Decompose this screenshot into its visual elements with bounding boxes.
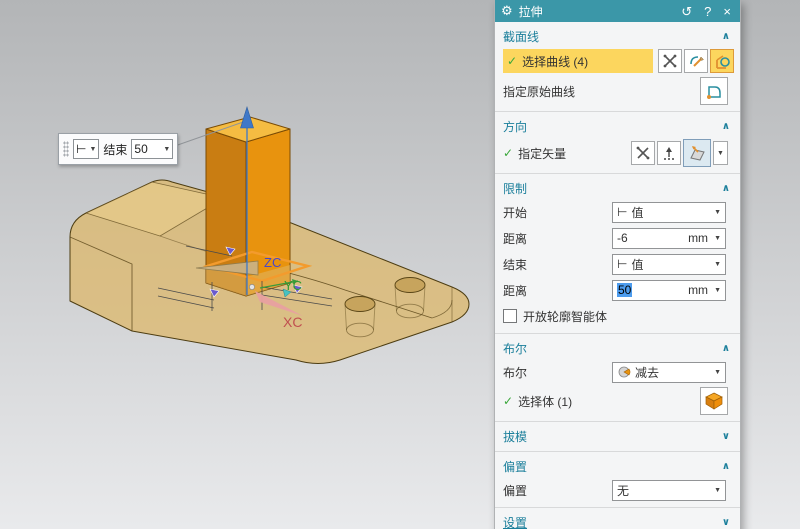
open-profile-label: 开放轮廓智能体 [523, 308, 607, 325]
close-icon[interactable]: × [720, 5, 734, 18]
offset-group: 偏置 ∧ 偏置 无 ▼ [495, 452, 740, 508]
collapse-up-icon[interactable]: ∧ [722, 343, 732, 354]
vector-deselect-button[interactable] [631, 141, 655, 165]
select-curve-field[interactable]: ✓ 选择曲线 (4) [503, 49, 653, 73]
start-type-dropdown[interactable]: ⊢ 值 ▼ [612, 202, 726, 223]
dialog-titlebar[interactable]: ⚙ 拉伸 ↺ ? × [495, 0, 740, 22]
select-body-label: 选择体 (1) [518, 393, 572, 410]
start-distance-input[interactable]: -6 mm ▼ [612, 228, 726, 249]
value-constraint-icon: ⊢ [617, 257, 627, 271]
unit-label: mm [688, 231, 710, 245]
collapse-up-icon[interactable]: ∧ [722, 121, 732, 132]
boolean-label: 布尔 [503, 364, 527, 381]
curve-rule-button[interactable] [684, 49, 708, 73]
dialog-gear-icon: ⚙ [501, 3, 513, 19]
offset-label: 偏置 [503, 482, 527, 499]
csys-origin-ball [249, 284, 254, 289]
end-distance-input[interactable]: 50 mm ▼ [612, 280, 726, 301]
corner-curve-icon [704, 81, 724, 101]
chevron-down-icon: ▼ [714, 209, 721, 216]
yc-axis-label: YC [284, 278, 302, 293]
draft-group: 拔模 ∨ [495, 422, 740, 452]
chevron-down-icon: ▼ [714, 287, 721, 294]
zc-axis-label: ZC [264, 255, 281, 270]
end-distance-input[interactable]: 50 ▼ [131, 139, 173, 159]
inferred-vector-icon [661, 145, 677, 161]
chevron-down-icon: ▼ [89, 146, 96, 153]
chevron-down-icon: ▼ [714, 261, 721, 268]
crossed-arrows-icon [635, 145, 651, 161]
boolean-group: 布尔 ∧ 布尔 减去 ▼ ✓ 选择体 (1) [495, 334, 740, 422]
check-icon: ✓ [503, 394, 513, 408]
end-label: 结束 [503, 256, 527, 273]
boolean-dropdown[interactable]: 减去 ▼ [612, 362, 726, 383]
crossed-arrows-icon [662, 53, 678, 69]
extrude-dialog: ⚙ 拉伸 ↺ ? × 截面线 ∧ ✓ 选择曲线 (4) [494, 0, 741, 529]
deselect-button[interactable] [658, 49, 682, 73]
settings-group: 设置 ∨ ✓ 预览 显示结果 ▲ [495, 508, 740, 529]
help-icon[interactable]: ? [701, 5, 714, 18]
value-constraint-icon: ⊢ [617, 205, 627, 219]
face-normal-vector-button[interactable] [683, 139, 711, 167]
specify-origin-curve-label: 指定原始曲线 [503, 83, 575, 100]
section-line-header[interactable]: 截面线 ∧ [495, 24, 740, 47]
plane-normal-icon [687, 143, 707, 163]
unit-label: mm [688, 283, 710, 297]
chevron-down-icon: ▼ [714, 235, 721, 242]
boolean-header[interactable]: 布尔 ∧ [495, 336, 740, 359]
offset-dropdown[interactable]: 无 ▼ [612, 480, 726, 501]
check-icon: ✓ [503, 146, 513, 160]
subtract-icon [617, 365, 631, 379]
end-type-dropdown[interactable]: ⊢ 值 ▼ [612, 254, 726, 275]
solid-body-cube-icon [704, 391, 724, 411]
select-curve-label: 选择曲线 (4) [522, 53, 588, 70]
select-body-button[interactable] [700, 387, 728, 415]
curve-icon [714, 53, 731, 70]
limit-type-dropdown[interactable]: ⊢ ▼ [73, 139, 99, 159]
chevron-down-icon: ▼ [714, 369, 721, 376]
section-line-group: 截面线 ∧ ✓ 选择曲线 (4) [495, 22, 740, 112]
origin-curve-button[interactable] [700, 77, 728, 105]
xc-axis-label: XC [283, 314, 302, 330]
direction-header[interactable]: 方向 ∧ [495, 114, 740, 137]
selected-text: 50 [617, 283, 632, 297]
collapse-up-icon[interactable]: ∧ [722, 31, 732, 42]
end-distance-label: 距离 [503, 282, 527, 299]
stop-edit-icon [688, 53, 704, 69]
chevron-down-icon: ▼ [714, 487, 721, 494]
limits-group: 限制 ∧ 开始 ⊢ 值 ▼ 距离 -6 mm ▼ 结束 ⊢ 值 ▼ [495, 174, 740, 334]
offset-header[interactable]: 偏置 ∧ [495, 454, 740, 477]
collapse-down-icon[interactable]: ∨ [722, 517, 732, 528]
toolbar-grip-handle[interactable] [63, 141, 69, 157]
start-label: 开始 [503, 204, 527, 221]
settings-header[interactable]: 设置 ∨ [495, 510, 740, 529]
limits-header[interactable]: 限制 ∧ [495, 176, 740, 199]
collapse-up-icon[interactable]: ∧ [722, 183, 732, 194]
start-distance-label: 距离 [503, 230, 527, 247]
chevron-down-icon: ▼ [163, 146, 170, 153]
value-constraint-icon: ⊢ [76, 142, 86, 156]
reset-icon[interactable]: ↺ [678, 5, 695, 18]
curve-button[interactable] [710, 49, 734, 73]
vector-dropdown-button[interactable]: ▼ [713, 141, 728, 165]
chevron-down-icon: ▼ [717, 150, 724, 157]
direction-group: 方向 ∧ ✓ 指定矢量 [495, 112, 740, 174]
application-window: ZC YC XC ⊢ ▼ 结束 50 ▼ ⚙ 拉伸 ↺ ? × 截面线 ∧ ✓ [0, 0, 800, 529]
open-profile-checkbox[interactable] [503, 309, 517, 323]
end-label: 结束 [103, 141, 127, 158]
check-icon: ✓ [507, 54, 517, 68]
onscreen-distance-toolbar[interactable]: ⊢ ▼ 结束 50 ▼ [58, 133, 178, 165]
inferred-vector-button[interactable] [657, 141, 681, 165]
collapse-down-icon[interactable]: ∨ [722, 431, 732, 442]
collapse-up-icon[interactable]: ∧ [722, 461, 732, 472]
dialog-title: 拉伸 [519, 3, 673, 20]
specify-vector-label: 指定矢量 [518, 145, 566, 162]
draft-header[interactable]: 拔模 ∨ [495, 424, 740, 447]
